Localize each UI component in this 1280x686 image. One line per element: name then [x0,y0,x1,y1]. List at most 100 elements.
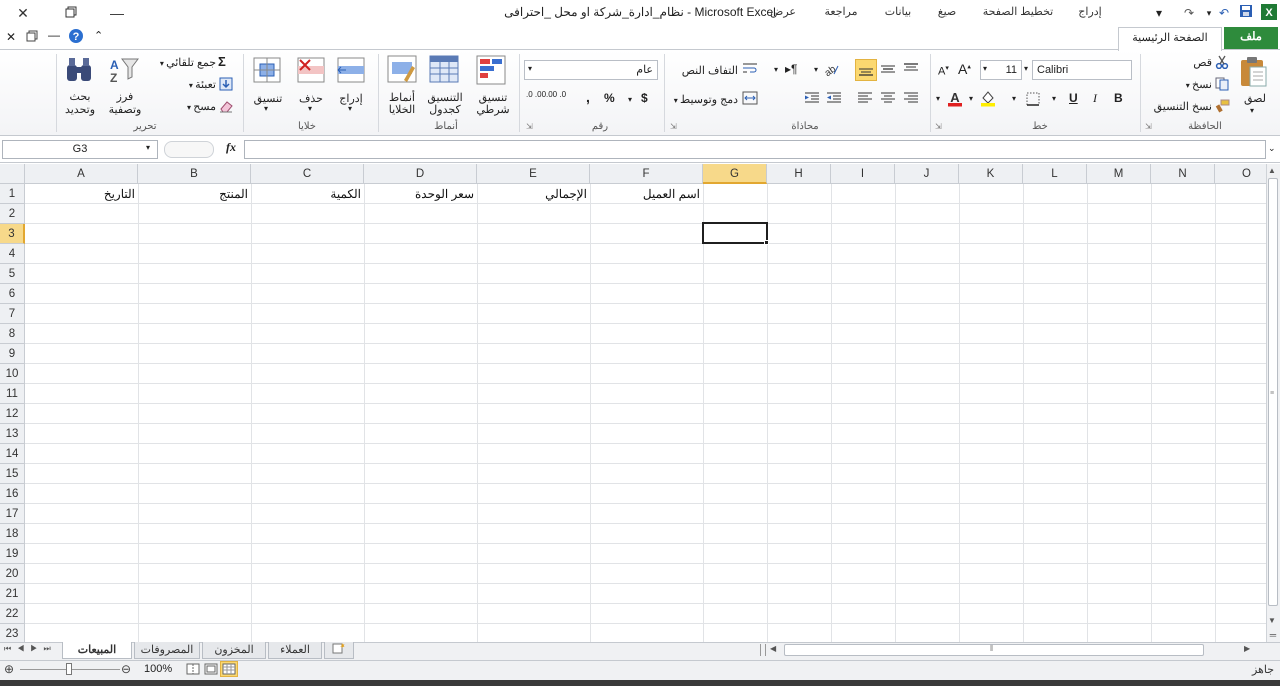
direction-dropdown-icon[interactable]: ▾ [774,65,778,74]
align-bottom-icon[interactable] [855,59,877,81]
restore-workbook-icon[interactable] [26,30,38,45]
copy-button[interactable]: ▾ نسخ [1160,78,1212,91]
row-header-19[interactable]: 19 [0,544,25,564]
row-header-16[interactable]: 16 [0,484,25,504]
orientation-dropdown-icon[interactable]: ▾ [814,65,818,74]
clear-icon[interactable] [219,99,233,116]
tab-split-handle[interactable] [760,644,766,656]
row-header-5[interactable]: 5 [0,264,25,284]
borders-dropdown-icon[interactable]: ▾ [1012,94,1016,103]
fill-icon[interactable] [219,77,233,94]
sheet-tab-customers[interactable]: العملاء [268,642,322,659]
column-header-d[interactable]: D [364,164,477,184]
rtl-direction-icon[interactable]: ▸¶ [785,62,797,76]
decrease-decimal-button[interactable]: .00 .0 [546,91,566,99]
borders-icon[interactable] [1026,92,1040,109]
close-workbook-icon[interactable]: ✕ [6,30,16,44]
formula-bar-splitter[interactable] [164,141,214,158]
number-format-combo[interactable]: عام [524,60,658,80]
row-header-1[interactable]: 1 [0,184,25,204]
format-cells-icon[interactable] [252,56,282,87]
column-header-g[interactable]: G [703,164,767,184]
italic-button[interactable]: I [1093,91,1097,106]
row-header-12[interactable]: 12 [0,404,25,424]
restore-window-button[interactable] [60,4,82,22]
conditional-formatting-button[interactable]: تنسيق شرطي [466,92,520,116]
underline-button[interactable]: U [1069,91,1078,105]
row-header-6[interactable]: 6 [0,284,25,304]
page-break-view-icon[interactable] [186,663,200,678]
split-handle-icon[interactable]: ═ [1266,630,1280,642]
redo-icon[interactable]: ↷ [1180,4,1198,22]
zoom-out-icon[interactable]: ⊖ [121,662,131,676]
conditional-formatting-icon[interactable] [475,54,507,89]
font-color-icon[interactable]: A [947,90,963,110]
cell-f1[interactable]: اسم العميل [590,184,703,204]
column-header-k[interactable]: K [959,164,1023,184]
row-header-18[interactable]: 18 [0,524,25,544]
column-header-c[interactable]: C [251,164,364,184]
align-center-icon[interactable] [880,91,896,108]
font-color-dropdown-icon[interactable]: ▾ [936,94,940,103]
row-header-20[interactable]: 20 [0,564,25,584]
close-window-button[interactable]: ✕ [12,4,34,22]
insert-function-icon[interactable]: fx [226,140,236,155]
find-select-button[interactable]: بحث وتحديد [58,91,102,117]
name-box[interactable]: G3 [2,140,158,159]
autosum-button[interactable]: ▾ جمع تلقائي [150,56,216,69]
sort-filter-icon[interactable]: AZ [108,55,140,88]
sheet-tab-expenses[interactable]: المصروفات [134,642,200,659]
tab-view[interactable]: عرض [760,4,806,24]
cut-icon[interactable] [1215,55,1229,72]
row-header-22[interactable]: 22 [0,604,25,624]
tab-data[interactable]: بيانات [876,4,920,24]
select-all-corner[interactable] [0,164,25,184]
hscroll-right-icon[interactable]: ▶ [1244,644,1250,653]
paste-icon[interactable] [1238,56,1268,91]
row-header-14[interactable]: 14 [0,444,25,464]
font-name-combo[interactable]: Calibri [1032,60,1132,80]
undo-icon[interactable]: ↶ [1215,4,1233,22]
tab-review[interactable]: مراجعة [816,4,866,24]
sort-filter-button[interactable]: فرز وتصفية [100,91,150,117]
cell-styles-button[interactable]: أنماط الخلايا [380,92,424,116]
currency-dropdown-icon[interactable]: ▾ [628,95,632,104]
column-header-e[interactable]: E [477,164,590,184]
row-header-8[interactable]: 8 [0,324,25,344]
format-painter-button[interactable]: نسخ التنسيق [1130,100,1212,113]
merge-center-icon[interactable] [742,91,758,108]
currency-format-button[interactable]: $ [641,91,648,105]
tab-page-layout[interactable]: تخطيط الصفحة [976,4,1060,24]
find-select-icon[interactable] [64,55,94,88]
help-icon[interactable]: ? [68,28,84,47]
row-header-3[interactable]: 3 [0,224,25,244]
row-header-15[interactable]: 15 [0,464,25,484]
row-header-7[interactable]: 7 [0,304,25,324]
sheet-tab-sales[interactable]: المبيعات [62,642,132,659]
minimize-workbook-icon[interactable]: — [48,28,60,42]
comma-format-button[interactable]: , [586,89,590,105]
format-cells-dropdown-icon[interactable]: ▾ [264,104,268,113]
clear-button[interactable]: ▾ مسح [170,100,216,113]
row-header-2[interactable]: 2 [0,204,25,224]
cell-c1[interactable]: الكمية [251,184,364,204]
align-right-icon[interactable] [903,91,919,108]
horizontal-scroll-thumb[interactable] [784,644,1204,656]
column-header-b[interactable]: B [138,164,251,184]
shrink-font-button[interactable]: A▾ [938,64,949,78]
fill-button[interactable]: ▾ تعبئة [170,78,216,91]
column-header-m[interactable]: M [1087,164,1151,184]
formula-input[interactable] [244,140,1266,159]
name-box-dropdown-icon[interactable]: ▾ [146,143,150,152]
copy-icon[interactable] [1215,77,1230,94]
insert-cells-icon[interactable] [336,56,366,87]
number-dialog-launcher-icon[interactable]: ⇲ [526,122,533,131]
format-painter-icon[interactable] [1215,99,1230,116]
fill-handle[interactable] [764,240,769,245]
row-header-4[interactable]: 4 [0,244,25,264]
column-header-i[interactable]: I [831,164,895,184]
insert-cells-dropdown-icon[interactable]: ▾ [348,104,352,113]
collapse-ribbon-icon[interactable]: ⌃ [94,29,103,42]
cell-d1[interactable]: سعر الوحدة [364,184,477,204]
column-header-a[interactable]: A [25,164,138,184]
